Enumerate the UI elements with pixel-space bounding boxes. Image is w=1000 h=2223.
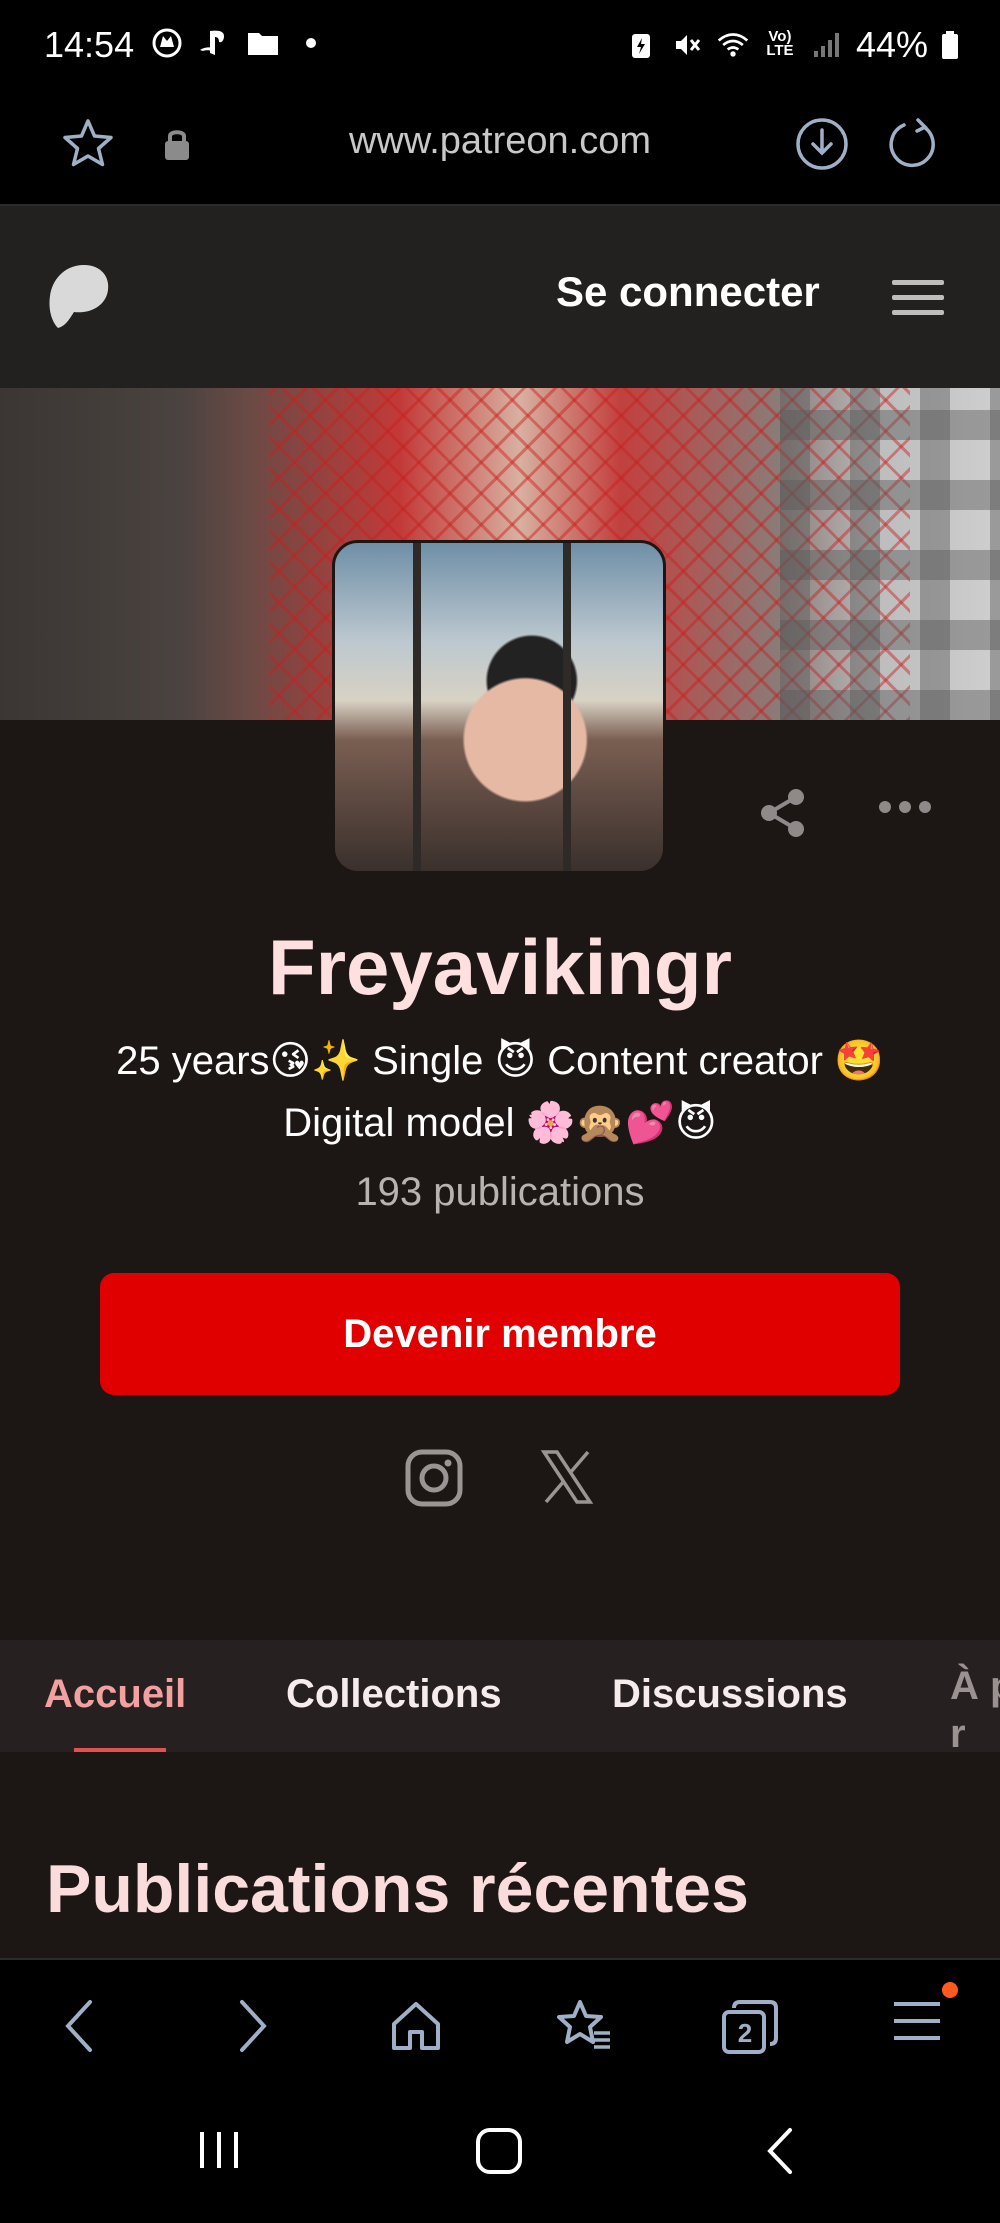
notification-icons	[150, 28, 328, 58]
browser-menu-icon[interactable]	[894, 1998, 940, 2049]
signal-icon	[810, 30, 844, 60]
more-notifications-dot-icon	[294, 28, 328, 58]
login-link[interactable]: Se connecter	[556, 268, 820, 316]
creator-bio: 25 years😘✨ Single 😈 Content creator 🤩 Di…	[40, 1030, 960, 1154]
publication-count: 193 publications	[355, 1170, 645, 1214]
tab-count: 2	[737, 2018, 753, 2048]
folder-icon	[246, 28, 280, 58]
more-options-icon[interactable]	[878, 800, 932, 819]
browser-bottom-toolbar: 2	[0, 1958, 1000, 2090]
patreon-header: Se connecter	[0, 206, 1000, 388]
url-text[interactable]: www.patreon.com	[0, 120, 1000, 163]
bio-line: 25 years😘✨ Single 😈 Content creator 🤩	[116, 1039, 884, 1083]
browser-url-bar: www.patreon.com	[0, 90, 1000, 206]
share-icon[interactable]	[756, 786, 810, 845]
recent-posts-title: Publications récentes	[46, 1851, 749, 1927]
download-icon[interactable]	[794, 116, 850, 177]
tab-about[interactable]: À pr	[950, 1662, 1000, 1752]
x-twitter-icon[interactable]	[540, 1448, 594, 1511]
battery-percent: 44%	[855, 24, 928, 65]
cover-plaid-pattern	[780, 388, 1000, 720]
recent-apps-icon[interactable]	[196, 2126, 242, 2177]
profile-avatar[interactable]	[332, 540, 666, 874]
tab-discussions[interactable]: Discussions	[612, 1672, 848, 1717]
avatar-frame-detail	[413, 543, 421, 871]
recent-posts-section: Publications récentes	[0, 1752, 1000, 1958]
mute-icon	[670, 30, 704, 60]
tab-collections[interactable]: Collections	[286, 1672, 502, 1717]
status-time: 14:54	[44, 24, 135, 65]
home-icon[interactable]	[388, 1998, 444, 2059]
system-icons: Vo) LTE 44%	[624, 24, 960, 66]
forward-arrow-icon[interactable]	[236, 1998, 270, 2059]
system-back-icon[interactable]	[762, 2126, 798, 2181]
android-nav-bar	[0, 2090, 1000, 2223]
wifi-icon	[716, 30, 750, 60]
become-member-button[interactable]: Devenir membre	[100, 1273, 900, 1395]
profile-tabs: Accueil Collections Discussions À pr	[0, 1640, 1000, 1752]
avatar-frame-detail	[563, 543, 571, 871]
back-arrow-icon[interactable]	[62, 1998, 96, 2059]
tabs-icon[interactable]: 2	[720, 1998, 780, 2061]
wolf-app-icon	[150, 28, 184, 58]
battery-icon	[940, 30, 960, 60]
bookmarks-icon[interactable]	[554, 1998, 614, 2061]
status-bar: 14:54 Vo) LTE 44%	[0, 0, 1000, 90]
creator-name: Freyavikingr	[268, 923, 732, 1011]
reload-icon[interactable]	[884, 116, 940, 177]
patreon-logo-icon[interactable]	[46, 262, 110, 335]
notification-badge	[942, 1982, 958, 1998]
tab-home[interactable]: Accueil	[44, 1672, 186, 1717]
instagram-icon[interactable]	[404, 1448, 464, 1513]
playstation-icon	[198, 28, 232, 58]
bio-line: Digital model 🌸🙊💕😈	[283, 1101, 717, 1145]
hamburger-menu-icon[interactable]	[892, 278, 944, 323]
battery-saver-icon	[624, 30, 658, 60]
home-button-icon[interactable]	[474, 2126, 524, 2181]
volte-icon: Vo) LTE	[766, 28, 794, 59]
